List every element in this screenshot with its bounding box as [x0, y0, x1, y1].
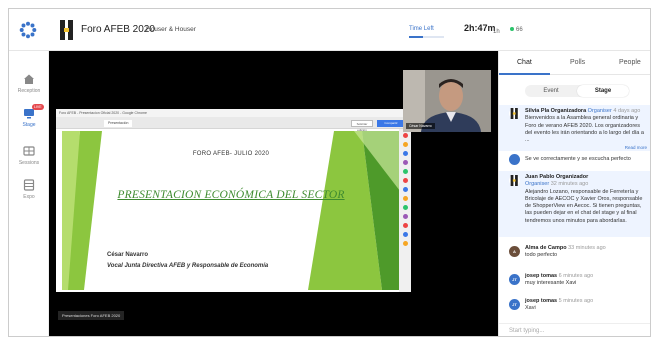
- nav-label: Stage: [22, 122, 36, 128]
- message-author[interactable]: Silvia Pla Organizadora: [525, 108, 586, 114]
- chat-message: JT josep tomas 6 minutes ago muy interes…: [499, 271, 650, 289]
- nav-expo[interactable]: Expo: [9, 179, 49, 200]
- message-author[interactable]: Alma de Campo: [525, 245, 567, 251]
- message-time: 33 minutes ago: [568, 245, 606, 251]
- left-nav: Reception LIVE Stage Sessions Expo: [9, 51, 49, 336]
- scope-stage-button[interactable]: Stage: [577, 85, 629, 97]
- live-badge: LIVE: [32, 104, 44, 110]
- slide-header: FORO AFEB- JULIO 2020: [192, 151, 270, 157]
- viewer-count-value: 66: [516, 27, 523, 33]
- right-panel: Chat Polls People Event Stage Silvia Pla…: [498, 51, 650, 336]
- slide-title: PRESENTACION ECONÓMICA DEL SECTOR: [117, 189, 345, 201]
- active-tab-indicator: [499, 73, 550, 75]
- home-icon: [24, 74, 34, 84]
- stage-video[interactable]: Foro AFEB - Presentacion Oficial 2020 - …: [49, 51, 498, 336]
- chat-input[interactable]: Start typing...: [499, 323, 650, 336]
- avatar: [509, 175, 520, 186]
- event-title: Foro AFEB 2020: [81, 24, 155, 35]
- message-role: Organiser: [587, 108, 612, 114]
- shared-window-tab: Presentación: [104, 120, 133, 127]
- message-text: Bienvenidos a la Asamblea general ordina…: [525, 115, 644, 144]
- avatar: [509, 154, 520, 165]
- hopin-logo-icon[interactable]: [19, 21, 37, 39]
- nav-reception[interactable]: Reception: [9, 73, 49, 94]
- event-logo-icon: [510, 175, 518, 186]
- chat-scope-toggle: Event Stage: [525, 85, 629, 97]
- time-left-unit: 1h: [493, 29, 500, 35]
- time-left-progress-fill: [409, 36, 423, 38]
- nav-label: Reception: [17, 88, 41, 94]
- message-time: 4 days ago: [613, 108, 641, 114]
- time-left-value: 2h:47m: [464, 23, 496, 33]
- chat-message: Se ve correctamente y se escucha perfect…: [499, 153, 650, 167]
- message-role: Organiser: [525, 181, 550, 188]
- presentation-slide: FORO AFEB- JULIO 2020 PRESENTACION ECONÓ…: [62, 131, 400, 290]
- avatar: A: [509, 246, 520, 257]
- speaker-name-tag: César Navarro: [406, 123, 435, 129]
- event-logo-icon: [60, 20, 73, 40]
- time-left-progress: [409, 36, 444, 38]
- tab-polls[interactable]: Polls: [570, 59, 585, 66]
- nav-sessions[interactable]: Sessions: [9, 145, 49, 166]
- nav-label: Sessions: [18, 160, 40, 166]
- message-time: 32 minutes ago: [550, 181, 589, 188]
- avatar: [509, 108, 520, 119]
- shared-screen: Foro AFEB - Presentacion Oficial 2020 - …: [56, 109, 411, 292]
- panel-tabs: Chat Polls People: [499, 51, 650, 75]
- message-text: Xavi: [525, 305, 536, 312]
- message-author[interactable]: Juan Pablo Organizador: [525, 174, 588, 180]
- message-time: 6 minutes ago: [558, 273, 594, 279]
- top-bar: Foro AFEB 2020 Houser & Houser Time Left…: [9, 9, 650, 51]
- online-dot-icon: [510, 27, 514, 32]
- read-more-link[interactable]: Read more: [525, 144, 647, 151]
- shared-window-title: Foro AFEB - Presentacion Oficial 2020 - …: [56, 109, 411, 117]
- event-owner[interactable]: Houser & Houser: [146, 26, 196, 33]
- scope-event-button[interactable]: Event: [525, 85, 577, 97]
- message-time: 5 minutes ago: [558, 298, 594, 304]
- app-window: Foro AFEB 2020 Houser & Houser Time Left…: [8, 8, 651, 337]
- shared-window-toolbar: Presentación Solicitar edición Compartir: [56, 117, 411, 132]
- tab-people[interactable]: People: [619, 59, 641, 66]
- message-text: Alejandro Lozano, responsable de Ferrete…: [525, 188, 643, 224]
- nav-label: Expo: [23, 194, 35, 200]
- message-text: muy interesante Xavi: [525, 280, 577, 287]
- message-author[interactable]: josep tomas: [525, 298, 557, 304]
- message-text: todo perfecto: [525, 252, 558, 259]
- chat-message: A Alma de Campo 33 minutes ago todo perf…: [499, 243, 650, 261]
- expo-icon: [23, 179, 35, 191]
- shared-screen-label: Presentaciones Foro AFEB 2020: [58, 311, 125, 320]
- message-text: Se ve correctamente y se escucha perfect…: [525, 156, 631, 162]
- message-author[interactable]: josep tomas: [525, 273, 557, 279]
- viewer-count: 66: [510, 27, 523, 33]
- chat-message: JT josep tomas 5 minutes ago Xavi: [499, 296, 650, 314]
- chat-message: Juan Pablo Organizador Organiser 32 minu…: [499, 171, 650, 237]
- event-logo-icon: [510, 108, 518, 119]
- tab-chat[interactable]: Chat: [517, 59, 532, 66]
- avatar: JT: [509, 274, 520, 285]
- shared-window-sidebar: [399, 129, 411, 292]
- request-edit-button: Solicitar edición: [351, 120, 373, 132]
- sessions-icon: [23, 146, 35, 156]
- speaker-video[interactable]: César Navarro: [403, 70, 491, 132]
- share-button: Compartir: [377, 120, 405, 127]
- slide-speaker-role: Vocal Junta Directiva AFEB y Responsable…: [107, 263, 269, 269]
- avatar: JT: [509, 299, 520, 310]
- chat-message: Silvia Pla Organizadora Organiser 4 days…: [499, 105, 650, 151]
- slide-speaker-name: César Navarro: [107, 252, 149, 258]
- time-left-label: Time Left: [409, 26, 434, 32]
- nav-stage[interactable]: LIVE Stage: [9, 104, 49, 128]
